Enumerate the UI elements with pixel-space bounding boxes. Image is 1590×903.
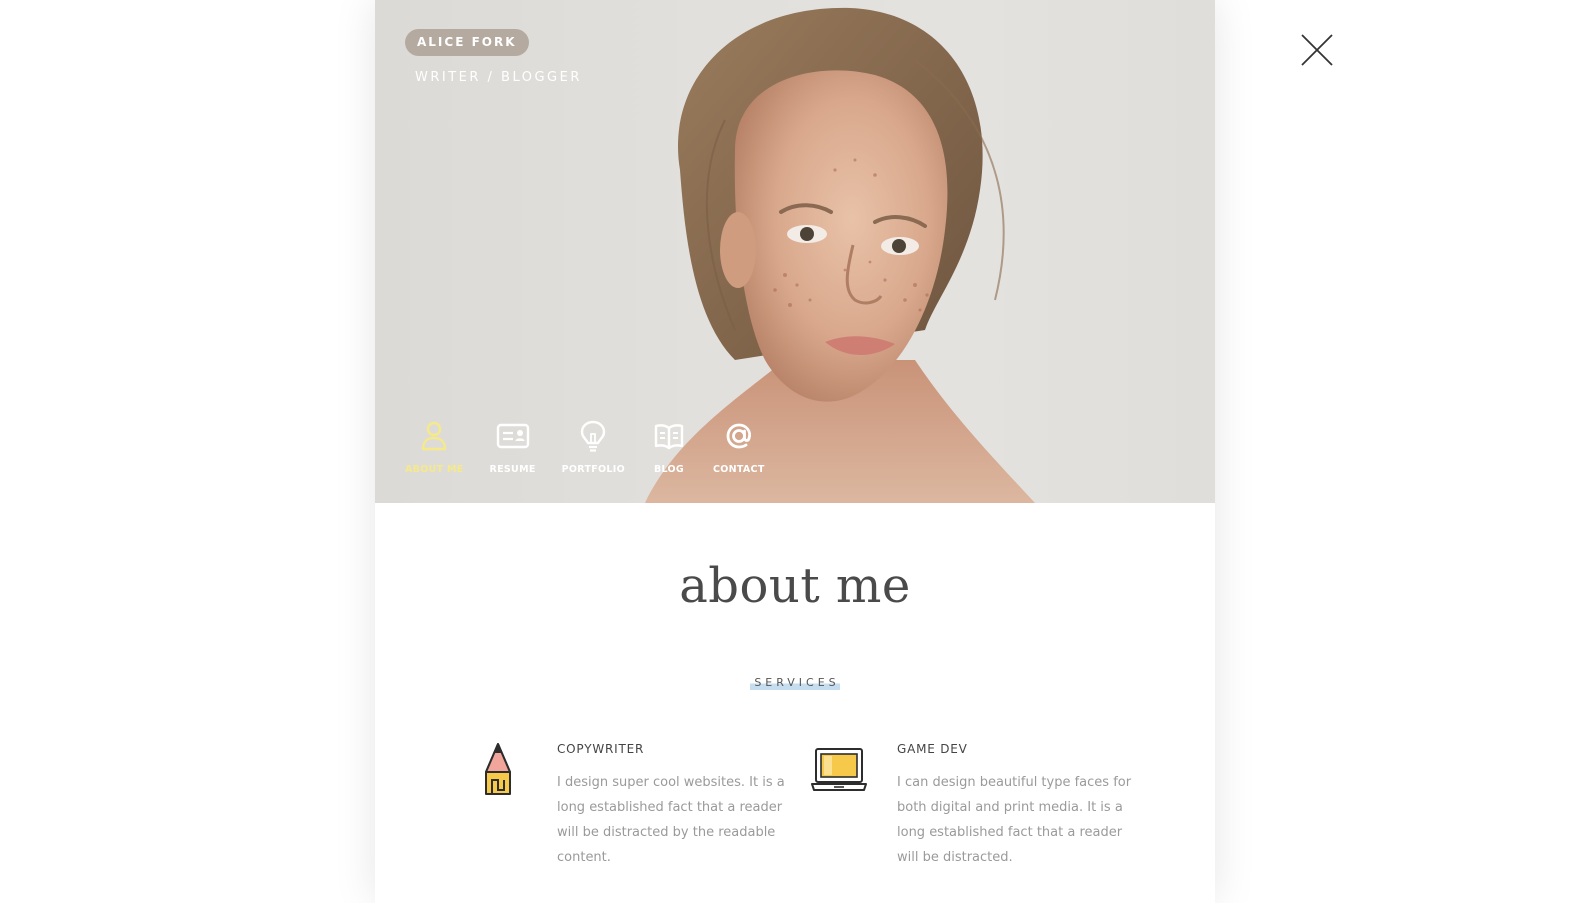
hero-banner: ALICE FORK WRITER / BLOGGER ABOUT ME RES…	[375, 0, 1215, 503]
services-label: SERVICES	[750, 676, 840, 690]
id-card-icon	[495, 418, 531, 454]
at-sign-icon	[721, 418, 757, 454]
name-badge: ALICE FORK	[405, 29, 529, 56]
nav-label-contact: CONTACT	[712, 464, 765, 475]
nav-label-about-me: ABOUT ME	[405, 464, 464, 475]
service-desc-game-dev: I can design beautiful type faces for bo…	[897, 775, 1132, 865]
services-heading: SERVICES	[375, 673, 1215, 691]
nav-label-resume: RESUME	[489, 464, 536, 475]
laptop-icon	[810, 746, 868, 799]
nav-item-portfolio[interactable]: PORTFOLIO	[562, 418, 625, 475]
lightbulb-icon	[575, 418, 611, 454]
nav-label-blog: BLOG	[653, 464, 684, 475]
close-button[interactable]	[1300, 33, 1334, 67]
service-desc-copywriter: I design super cool websites. It is a lo…	[557, 775, 785, 865]
nav-label-portfolio: PORTFOLIO	[561, 464, 625, 475]
book-icon	[651, 418, 687, 454]
nav-item-resume[interactable]: RESUME	[490, 418, 536, 475]
nav-item-contact[interactable]: CONTACT	[713, 418, 765, 475]
page: ALICE FORK WRITER / BLOGGER ABOUT ME RES…	[0, 0, 1590, 903]
pencil-icon	[483, 742, 513, 803]
service-title-copywriter: COPYWRITER	[557, 742, 645, 756]
page-title: about me	[679, 558, 911, 614]
service-title-game-dev: GAME DEV	[897, 742, 968, 756]
user-icon	[416, 418, 452, 454]
nav-item-about-me[interactable]: ABOUT ME	[405, 418, 464, 475]
close-icon	[1301, 34, 1333, 66]
profile-card: ALICE FORK WRITER / BLOGGER ABOUT ME RES…	[375, 0, 1215, 903]
nav-item-blog[interactable]: BLOG	[651, 418, 687, 475]
profile-subtitle: WRITER / BLOGGER	[415, 70, 582, 85]
main-nav: ABOUT ME RESUME PORTFOLIO BLOG CONTACT	[405, 418, 791, 475]
